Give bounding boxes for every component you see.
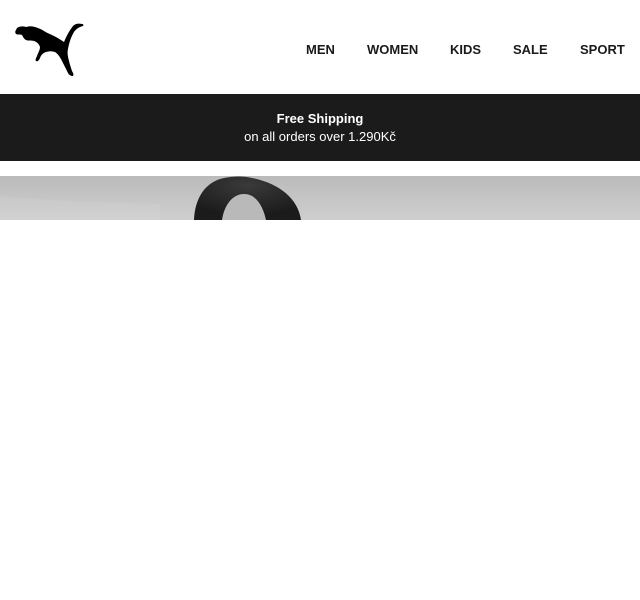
promo-title: Free Shipping <box>276 111 364 126</box>
free-shipping-banner[interactable]: Free Shipping on all orders over 1.290Kč <box>0 94 640 161</box>
hero-image[interactable] <box>0 176 640 220</box>
promo-subtitle: on all orders over 1.290Kč <box>244 129 396 144</box>
nav-item-men[interactable]: MEN <box>306 41 335 59</box>
nav-item-kids[interactable]: KIDS <box>450 41 481 59</box>
nav-item-sport[interactable]: SPORT <box>580 41 625 59</box>
site-header: MEN WOMEN KIDS SALE SPORT <box>0 0 640 94</box>
main-nav: MEN WOMEN KIDS SALE SPORT <box>0 41 640 59</box>
nav-item-sale[interactable]: SALE <box>513 41 548 59</box>
hero-photo-graphic <box>0 176 640 220</box>
nav-item-women[interactable]: WOMEN <box>367 41 418 59</box>
